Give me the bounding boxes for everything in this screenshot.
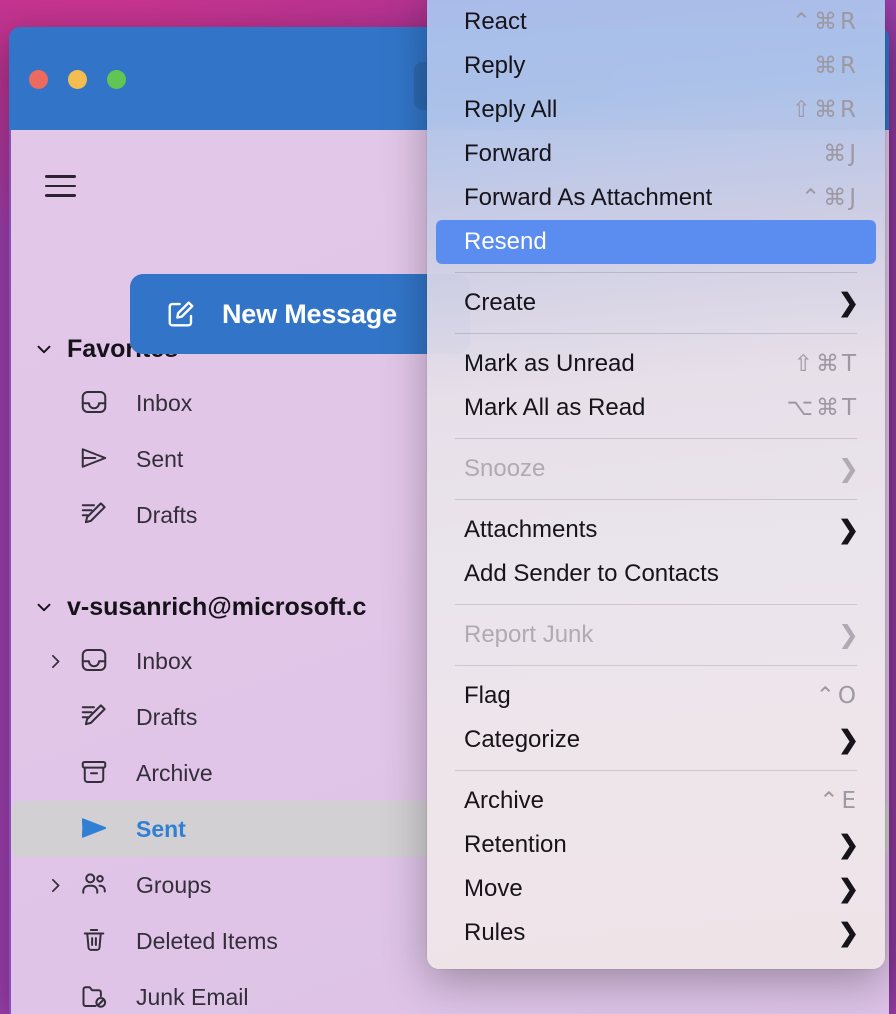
menu-item-forward-as-attachment[interactable]: Forward As Attachment ⌃⌘J <box>436 176 876 220</box>
menu-item-shortcut: ⌘J <box>823 141 859 167</box>
menu-item-attachments[interactable]: Attachments ❯ <box>436 508 876 552</box>
close-button[interactable] <box>29 70 48 89</box>
menu-item-create[interactable]: Create ❯ <box>436 281 876 325</box>
drafts-icon <box>79 499 113 531</box>
chevron-right-icon: ❯ <box>838 918 859 947</box>
menu-item-shortcut: ⇧⌘R <box>791 97 859 123</box>
inbox-icon <box>79 645 113 677</box>
menu-item-forward[interactable]: Forward ⌘J <box>436 132 876 176</box>
chevron-right-icon[interactable] <box>45 651 79 672</box>
chevron-right-icon: ❯ <box>838 874 859 903</box>
menu-item-shortcut: ⌃O <box>815 683 859 709</box>
menu-item-shortcut: ⌃E <box>819 788 859 814</box>
menu-item-flag[interactable]: Flag ⌃O <box>436 674 876 718</box>
chevron-right-icon: ❯ <box>838 454 859 483</box>
menu-item-label: Rules <box>464 919 526 946</box>
menu-separator <box>455 272 857 273</box>
menu-item-shortcut: ⌥⌘T <box>786 395 859 421</box>
menu-item-add-sender-to-contacts[interactable]: Add Sender to Contacts <box>436 552 876 596</box>
menu-item-archive[interactable]: Archive ⌃E <box>436 779 876 823</box>
menu-separator <box>455 499 857 500</box>
menu-item-label: Reply All <box>464 96 558 123</box>
chevron-right-icon: ❯ <box>838 515 859 544</box>
menu-item-label: Forward As Attachment <box>464 184 713 211</box>
menu-item-move[interactable]: Move ❯ <box>436 867 876 911</box>
menu-item-label: Archive <box>464 787 545 814</box>
account-title: v-susanrich@microsoft.c <box>67 592 367 621</box>
chevron-right-icon: ❯ <box>838 830 859 859</box>
minimize-button[interactable] <box>68 70 87 89</box>
screen: New Message Favorites Inbox Sent Drafts … <box>0 0 896 1014</box>
menu-item-categorize[interactable]: Categorize ❯ <box>436 718 876 762</box>
window-controls <box>29 70 126 89</box>
sidebar-item-junk-email[interactable]: Junk Email <box>11 969 889 1014</box>
menu-item-react[interactable]: React ⌃⌘R <box>436 0 876 44</box>
menu-item-shortcut: ⇧⌘T <box>793 351 859 377</box>
sent-icon <box>79 813 113 845</box>
sidebar-item-label: Archive <box>136 759 213 786</box>
chevron-down-icon <box>33 596 67 618</box>
archive-icon <box>79 757 113 789</box>
chevron-right-icon: ❯ <box>838 620 859 649</box>
sidebar-item-label: Sent <box>136 445 184 472</box>
groups-icon <box>79 869 113 901</box>
menu-item-label: Reply <box>464 52 526 79</box>
menu-item-label: Snooze <box>464 455 546 482</box>
sidebar-item-label: Inbox <box>136 389 193 416</box>
new-message-label: New Message <box>222 298 397 329</box>
menu-item-label: Resend <box>464 228 547 255</box>
menu-item-reply-all[interactable]: Reply All ⇧⌘R <box>436 88 876 132</box>
menu-item-mark-all-as-read[interactable]: Mark All as Read ⌥⌘T <box>436 386 876 430</box>
menu-item-label: Add Sender to Contacts <box>464 560 719 587</box>
menu-item-label: Create <box>464 289 537 316</box>
sidebar-item-label: Junk Email <box>136 983 249 1010</box>
sidebar-item-label: Groups <box>136 871 212 898</box>
drafts-icon <box>79 701 113 733</box>
menu-item-label: Attachments <box>464 516 598 543</box>
menu-item-label: Report Junk <box>464 621 594 648</box>
menu-item-reply[interactable]: Reply ⌘R <box>436 44 876 88</box>
menu-separator <box>455 333 857 334</box>
menu-separator <box>455 438 857 439</box>
menu-item-label: Categorize <box>464 726 581 753</box>
compose-icon <box>166 299 196 329</box>
menu-item-snooze: Snooze ❯ <box>436 447 876 491</box>
menu-item-label: Flag <box>464 682 511 709</box>
menu-item-report-junk: Report Junk ❯ <box>436 613 876 657</box>
sent-icon <box>79 443 113 475</box>
menu-item-label: Mark as Unread <box>464 350 635 377</box>
junk-folder-icon <box>79 981 113 1013</box>
menu-item-resend[interactable]: Resend <box>436 220 876 264</box>
menu-item-label: Retention <box>464 831 567 858</box>
menu-item-shortcut: ⌃⌘J <box>800 185 859 211</box>
new-message-button[interactable]: New Message <box>130 274 470 354</box>
menu-item-rules[interactable]: Rules ❯ <box>436 911 876 955</box>
chevron-right-icon[interactable] <box>45 875 79 896</box>
sidebar-item-label: Drafts <box>136 703 198 730</box>
trash-icon <box>79 925 113 957</box>
menu-item-label: Forward <box>464 140 553 167</box>
menu-item-shortcut: ⌃⌘R <box>791 9 859 35</box>
menu-separator <box>455 604 857 605</box>
sidebar-item-label: Inbox <box>136 647 193 674</box>
menu-separator <box>455 770 857 771</box>
menu-item-shortcut: ⌘R <box>814 53 859 79</box>
inbox-icon <box>79 387 113 419</box>
menu-item-label: Move <box>464 875 523 902</box>
menu-item-label: Mark All as Read <box>464 394 646 421</box>
sidebar-toggle-icon[interactable] <box>45 175 76 197</box>
menu-item-label: React <box>464 8 527 35</box>
zoom-button[interactable] <box>107 70 126 89</box>
chevron-down-icon <box>33 338 67 360</box>
menu-item-retention[interactable]: Retention ❯ <box>436 823 876 867</box>
menu-separator <box>455 665 857 666</box>
message-context-menu[interactable]: React ⌃⌘R Reply ⌘R Reply All ⇧⌘R Forward ⌘J Forw… <box>427 0 885 969</box>
sidebar-item-label: Deleted Items <box>136 927 278 954</box>
sidebar-item-label: Sent <box>136 815 186 842</box>
chevron-right-icon: ❯ <box>838 288 859 317</box>
menu-item-mark-as-unread[interactable]: Mark as Unread ⇧⌘T <box>436 342 876 386</box>
chevron-right-icon: ❯ <box>838 725 859 754</box>
sidebar-item-label: Drafts <box>136 501 198 528</box>
